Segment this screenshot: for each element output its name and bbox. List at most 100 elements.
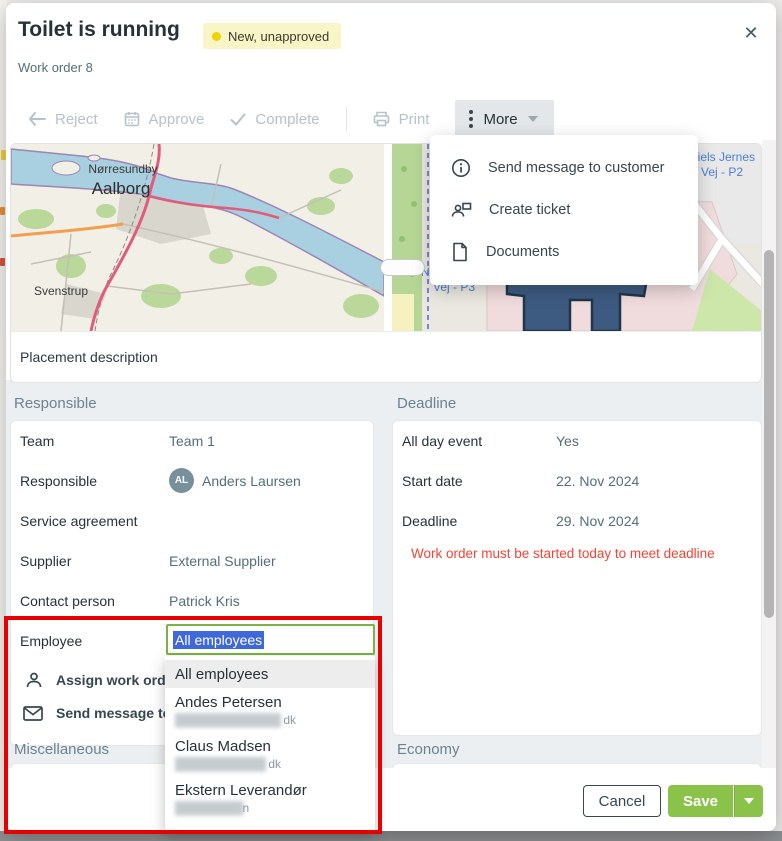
arrow-left-icon bbox=[28, 112, 46, 126]
deadline-warning-text: Work order must be started today to meet… bbox=[411, 546, 715, 561]
supplier-label: Supplier bbox=[20, 553, 71, 569]
responsible-value: Anders Laursen bbox=[202, 473, 301, 489]
check-icon bbox=[230, 113, 246, 126]
team-row: Team Team 1 bbox=[11, 431, 373, 451]
option-name: Claus Madsen bbox=[175, 738, 365, 755]
map-splitter-handle[interactable] bbox=[380, 259, 425, 276]
background-fragment bbox=[0, 258, 5, 266]
all-day-event-value: Yes bbox=[556, 433, 579, 449]
status-dot-icon bbox=[212, 32, 221, 41]
team-label: Team bbox=[20, 433, 54, 449]
menu-item-send-message-to-customer[interactable]: Send message to customer bbox=[430, 147, 698, 189]
chevron-down-icon bbox=[744, 798, 754, 804]
supplier-value: External Supplier bbox=[169, 553, 276, 569]
start-date-row: Start date 22. Nov 2024 bbox=[393, 471, 761, 491]
send-message-action[interactable]: Send message to bbox=[23, 705, 171, 721]
responsible-label: Responsible bbox=[20, 473, 97, 489]
work-order-dialog: Toilet is running New, unapproved ✕ Work… bbox=[6, 3, 776, 831]
option-name: Ekstern Leverandør bbox=[175, 782, 365, 799]
contact-person-value: Patrick Kris bbox=[169, 593, 240, 609]
map-label-svenstrup: Svenstrup bbox=[34, 284, 88, 298]
status-badge-label: New, unapproved bbox=[228, 29, 329, 44]
more-button[interactable]: More bbox=[455, 100, 553, 138]
dropdown-option-ekstern-leverandor[interactable]: Ekstern Leverandør █████████n bbox=[165, 776, 375, 820]
more-menu: Send message to customer Create ticket D… bbox=[430, 135, 698, 285]
save-dropdown-button[interactable] bbox=[734, 785, 763, 817]
assign-work-order-label: Assign work order bbox=[56, 672, 179, 688]
supplier-row: Supplier External Supplier bbox=[11, 551, 373, 571]
person-icon bbox=[25, 671, 43, 689]
toolbar: Reject Approve Complete Print More bbox=[28, 100, 554, 138]
print-label: Print bbox=[399, 111, 430, 128]
employee-input[interactable]: All employees bbox=[166, 624, 375, 655]
employee-label: Employee bbox=[20, 633, 82, 649]
deadline-section-title: Deadline bbox=[397, 395, 456, 412]
chevron-down-icon bbox=[528, 116, 538, 122]
dialog-footer: Cancel Save bbox=[6, 768, 776, 831]
employee-input-value: All employees bbox=[173, 631, 264, 649]
map-label-p2-line2: Vej - P2 bbox=[701, 165, 743, 179]
work-order-number: Work order 8 bbox=[18, 60, 93, 75]
approve-label: Approve bbox=[149, 111, 205, 128]
contact-person-label: Contact person bbox=[20, 593, 115, 609]
miscellaneous-section-title: Miscellaneous bbox=[14, 741, 109, 758]
menu-item-create-ticket[interactable]: Create ticket bbox=[430, 189, 698, 231]
option-email-masked: ████████████ bbox=[175, 757, 265, 771]
status-badge: New, unapproved bbox=[203, 23, 341, 49]
dropdown-option-claus-madsen[interactable]: Claus Madsen ████████████ dk bbox=[165, 732, 375, 776]
option-email-masked: █████████ bbox=[175, 801, 243, 815]
cancel-button[interactable]: Cancel bbox=[583, 785, 661, 817]
responsible-row: Responsible AL Anders Laursen bbox=[11, 471, 373, 491]
document-icon bbox=[451, 242, 469, 262]
menu-item-label: Create ticket bbox=[489, 202, 570, 218]
menu-item-documents[interactable]: Documents bbox=[430, 231, 698, 273]
dropdown-option-andes-petersen[interactable]: Andes Petersen ██████████████ dk bbox=[165, 688, 375, 732]
option-email-masked: ██████████████ bbox=[175, 713, 280, 727]
placement-description-field[interactable]: Placement description bbox=[11, 331, 761, 365]
deadline-label: Deadline bbox=[402, 513, 457, 529]
assign-work-order-action[interactable]: Assign work order bbox=[25, 671, 179, 689]
envelope-icon bbox=[23, 706, 43, 721]
reject-button[interactable]: Reject bbox=[28, 111, 98, 128]
map-label-aalborg: Aalborg bbox=[92, 179, 151, 198]
reject-label: Reject bbox=[55, 111, 98, 128]
option-email: ██████████████ dk bbox=[175, 713, 365, 727]
scrollbar-thumb[interactable] bbox=[764, 250, 774, 618]
background-bottom-bar bbox=[0, 831, 782, 841]
printer-icon bbox=[373, 111, 390, 127]
send-message-label: Send message to bbox=[56, 705, 171, 721]
deadline-value: 29. Nov 2024 bbox=[556, 513, 639, 529]
option-name: All employees bbox=[175, 666, 365, 683]
start-date-value: 22. Nov 2024 bbox=[556, 473, 639, 489]
kebab-icon bbox=[469, 110, 473, 128]
option-email-suffix: dk bbox=[265, 757, 281, 771]
menu-item-label: Send message to customer bbox=[488, 160, 665, 176]
more-label: More bbox=[483, 111, 517, 128]
calendar-icon bbox=[124, 111, 140, 127]
scrollbar-track[interactable] bbox=[762, 140, 776, 768]
complete-button[interactable]: Complete bbox=[230, 111, 319, 128]
contact-person-row: Contact person Patrick Kris bbox=[11, 591, 373, 611]
start-date-label: Start date bbox=[402, 473, 463, 489]
print-button[interactable]: Print bbox=[373, 111, 430, 128]
all-day-event-label: All day event bbox=[402, 433, 482, 449]
page-title: Toilet is running bbox=[18, 18, 180, 42]
avatar: AL bbox=[169, 468, 194, 493]
responsible-section-title: Responsible bbox=[14, 395, 97, 412]
option-email-suffix: dk bbox=[280, 713, 296, 727]
approve-button[interactable]: Approve bbox=[124, 111, 205, 128]
create-ticket-icon bbox=[451, 201, 472, 219]
close-icon[interactable]: ✕ bbox=[736, 18, 766, 48]
map-label-norresundby: Nørresundby bbox=[88, 162, 157, 176]
save-button[interactable]: Save bbox=[668, 785, 733, 817]
overview-map[interactable]: Nørresundby Aalborg Svenstrup bbox=[11, 144, 384, 331]
deadline-card: All day event Yes Start date 22. Nov 202… bbox=[392, 420, 762, 736]
option-email: ████████████ dk bbox=[175, 757, 365, 771]
map-label-p2-line1: Niels Jernes bbox=[689, 150, 755, 164]
deadline-row: Deadline 29. Nov 2024 bbox=[393, 511, 761, 531]
option-email: █████████n bbox=[175, 801, 365, 815]
info-icon bbox=[451, 158, 471, 178]
dropdown-option-all-employees[interactable]: All employees bbox=[165, 660, 375, 688]
menu-item-label: Documents bbox=[486, 244, 559, 260]
service-agreement-label: Service agreement bbox=[20, 513, 138, 529]
